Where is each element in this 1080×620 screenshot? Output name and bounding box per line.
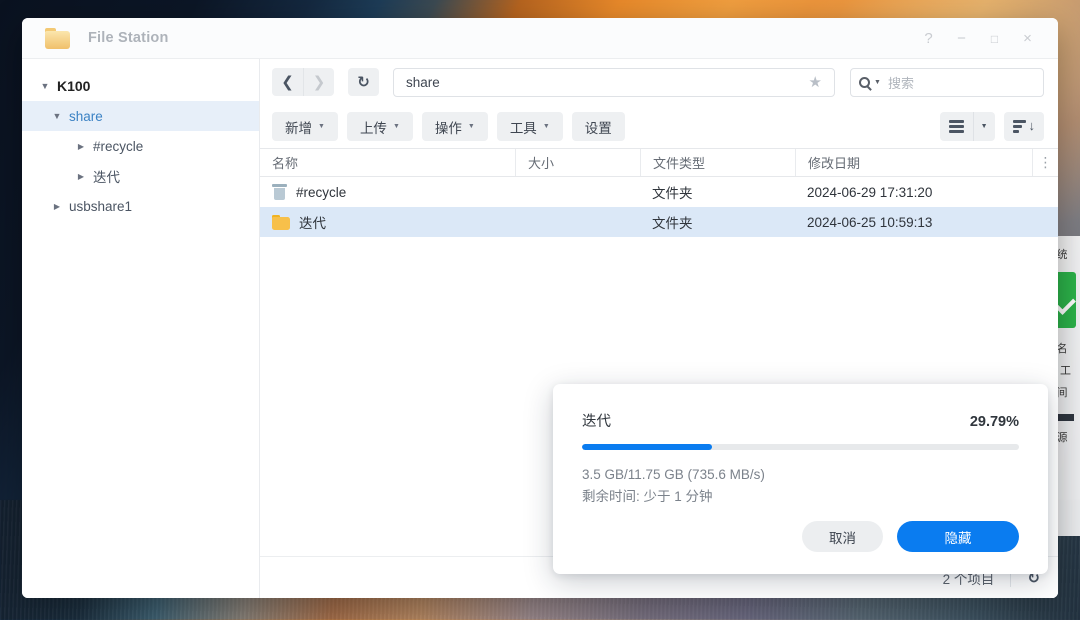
star-icon[interactable]: ★ — [805, 73, 826, 91]
row-name-cell: #recycle — [260, 184, 515, 200]
minimize-icon[interactable]: − — [945, 24, 978, 54]
path-value: share — [406, 75, 805, 90]
row-type: 文件夹 — [640, 182, 795, 202]
chevron-down-icon: ▼ — [468, 123, 475, 130]
chevron-down-icon: ▼ — [318, 123, 325, 130]
sidebar-item-label: share — [69, 109, 103, 124]
transfer-status: 3.5 GB/11.75 GB (735.6 MB/s) — [582, 464, 1019, 486]
dialog-details: 3.5 GB/11.75 GB (735.6 MB/s) 剩余时间: 少于 1 … — [582, 464, 1019, 508]
sidebar-item-label: 迭代 — [93, 166, 120, 186]
upload-button-label: 上传 — [360, 117, 387, 137]
folder-icon — [45, 28, 71, 49]
navigation-bar: ❮ ❯ ↻ share ★ ▼ 搜索 — [260, 59, 1058, 105]
row-name-cell: 迭代 — [260, 212, 515, 232]
tools-button[interactable]: 工具 ▼ — [497, 112, 563, 141]
column-header-type[interactable]: 文件类型 — [640, 149, 795, 176]
dialog-header: 迭代 29.79% — [582, 410, 1019, 431]
chevron-right-icon[interactable]: ❯ — [303, 68, 334, 96]
sidebar-item-usbshare1[interactable]: usbshare1 — [22, 191, 259, 221]
close-icon[interactable]: × — [1011, 24, 1044, 54]
progress-bar-fill — [582, 444, 712, 450]
action-toolbar: 新增 ▼ 上传 ▼ 操作 ▼ 工具 ▼ 设置 — [260, 105, 1058, 148]
transfer-progress-dialog: 迭代 29.79% 3.5 GB/11.75 GB (735.6 MB/s) 剩… — [553, 384, 1048, 574]
help-icon[interactable]: ? — [912, 24, 945, 54]
chevron-down-icon[interactable] — [38, 81, 52, 91]
row-modified: 2024-06-25 10:59:13 — [795, 215, 1058, 230]
trash-icon — [272, 184, 287, 200]
sidebar: K100 share #recycle 迭代 usbshare1 — [22, 59, 260, 598]
settings-button[interactable]: 设置 — [572, 112, 625, 141]
view-mode-button[interactable]: ▼ — [940, 112, 995, 141]
chevron-right-icon[interactable] — [74, 141, 88, 151]
column-header-modified[interactable]: 修改日期 — [795, 149, 1032, 176]
chevron-down-icon: ▼ — [543, 123, 550, 130]
file-station-window: File Station ? − □ × K100 share #recycle — [22, 18, 1058, 598]
window-body: K100 share #recycle 迭代 usbshare1 — [22, 59, 1058, 598]
chevron-down-icon[interactable] — [50, 111, 64, 121]
progress-percent: 29.79% — [970, 414, 1019, 430]
window-controls: ? − □ × — [912, 18, 1044, 59]
sidebar-item-label: K100 — [57, 78, 90, 94]
more-vertical-icon[interactable]: ⋮ — [1032, 149, 1058, 176]
search-icon — [859, 77, 870, 88]
settings-button-label: 设置 — [585, 117, 612, 137]
search-input[interactable]: ▼ 搜索 — [850, 68, 1044, 97]
sidebar-item-share[interactable]: share — [22, 101, 259, 131]
app-title: File Station — [88, 30, 169, 46]
sidebar-item-diedai[interactable]: 迭代 — [22, 161, 259, 191]
row-name: 迭代 — [299, 212, 326, 232]
action-button-label: 操作 — [435, 117, 462, 137]
cancel-button[interactable]: 取消 — [802, 521, 883, 552]
row-type: 文件夹 — [640, 212, 795, 232]
new-button-label: 新增 — [285, 117, 312, 137]
table-row[interactable]: 迭代 文件夹 2024-06-25 10:59:13 — [260, 207, 1058, 237]
row-name: #recycle — [296, 185, 346, 200]
column-header-size[interactable]: 大小 — [515, 149, 640, 176]
progress-bar — [582, 444, 1019, 450]
sidebar-item-k100[interactable]: K100 — [22, 71, 259, 101]
chevron-down-icon: ▼ — [393, 123, 400, 130]
dialog-buttons: 取消 隐藏 — [802, 521, 1019, 552]
new-button[interactable]: 新增 ▼ — [272, 112, 338, 141]
chevron-down-icon[interactable]: ▼ — [874, 79, 881, 86]
maximize-icon[interactable]: □ — [978, 24, 1011, 54]
file-list: 名称 大小 文件类型 修改日期 ⋮ #recycle — [260, 148, 1058, 556]
chevron-down-icon[interactable]: ▼ — [973, 112, 995, 141]
upload-button[interactable]: 上传 ▼ — [347, 112, 413, 141]
path-field[interactable]: share ★ — [393, 68, 835, 97]
folder-icon — [272, 215, 290, 230]
sidebar-item-label: usbshare1 — [69, 199, 132, 214]
search-placeholder: 搜索 — [888, 73, 914, 92]
tools-button-label: 工具 — [510, 117, 537, 137]
main-panel: ❮ ❯ ↻ share ★ ▼ 搜索 新增 ▼ — [260, 59, 1058, 598]
row-modified: 2024-06-29 17:31:20 — [795, 185, 1058, 200]
column-header-name[interactable]: 名称 — [260, 149, 515, 176]
remaining-time: 剩余时间: 少于 1 分钟 — [582, 486, 1019, 508]
chevron-right-icon[interactable] — [74, 171, 88, 181]
action-button[interactable]: 操作 ▼ — [422, 112, 488, 141]
nav-history-group: ❮ ❯ — [272, 68, 334, 96]
hide-button[interactable]: 隐藏 — [897, 521, 1019, 552]
chevron-right-icon[interactable] — [50, 201, 64, 211]
table-row[interactable]: #recycle 文件夹 2024-06-29 17:31:20 — [260, 177, 1058, 207]
task-name: 迭代 — [582, 410, 611, 431]
table-header: 名称 大小 文件类型 修改日期 ⋮ — [260, 148, 1058, 177]
refresh-icon[interactable]: ↻ — [348, 68, 379, 96]
sidebar-item-recycle[interactable]: #recycle — [22, 131, 259, 161]
sort-descending-icon[interactable]: ↓ — [1004, 112, 1045, 141]
title-bar: File Station ? − □ × — [22, 18, 1058, 59]
list-view-icon[interactable] — [940, 112, 973, 141]
chevron-left-icon[interactable]: ❮ — [272, 68, 303, 96]
sidebar-item-label: #recycle — [93, 139, 143, 154]
